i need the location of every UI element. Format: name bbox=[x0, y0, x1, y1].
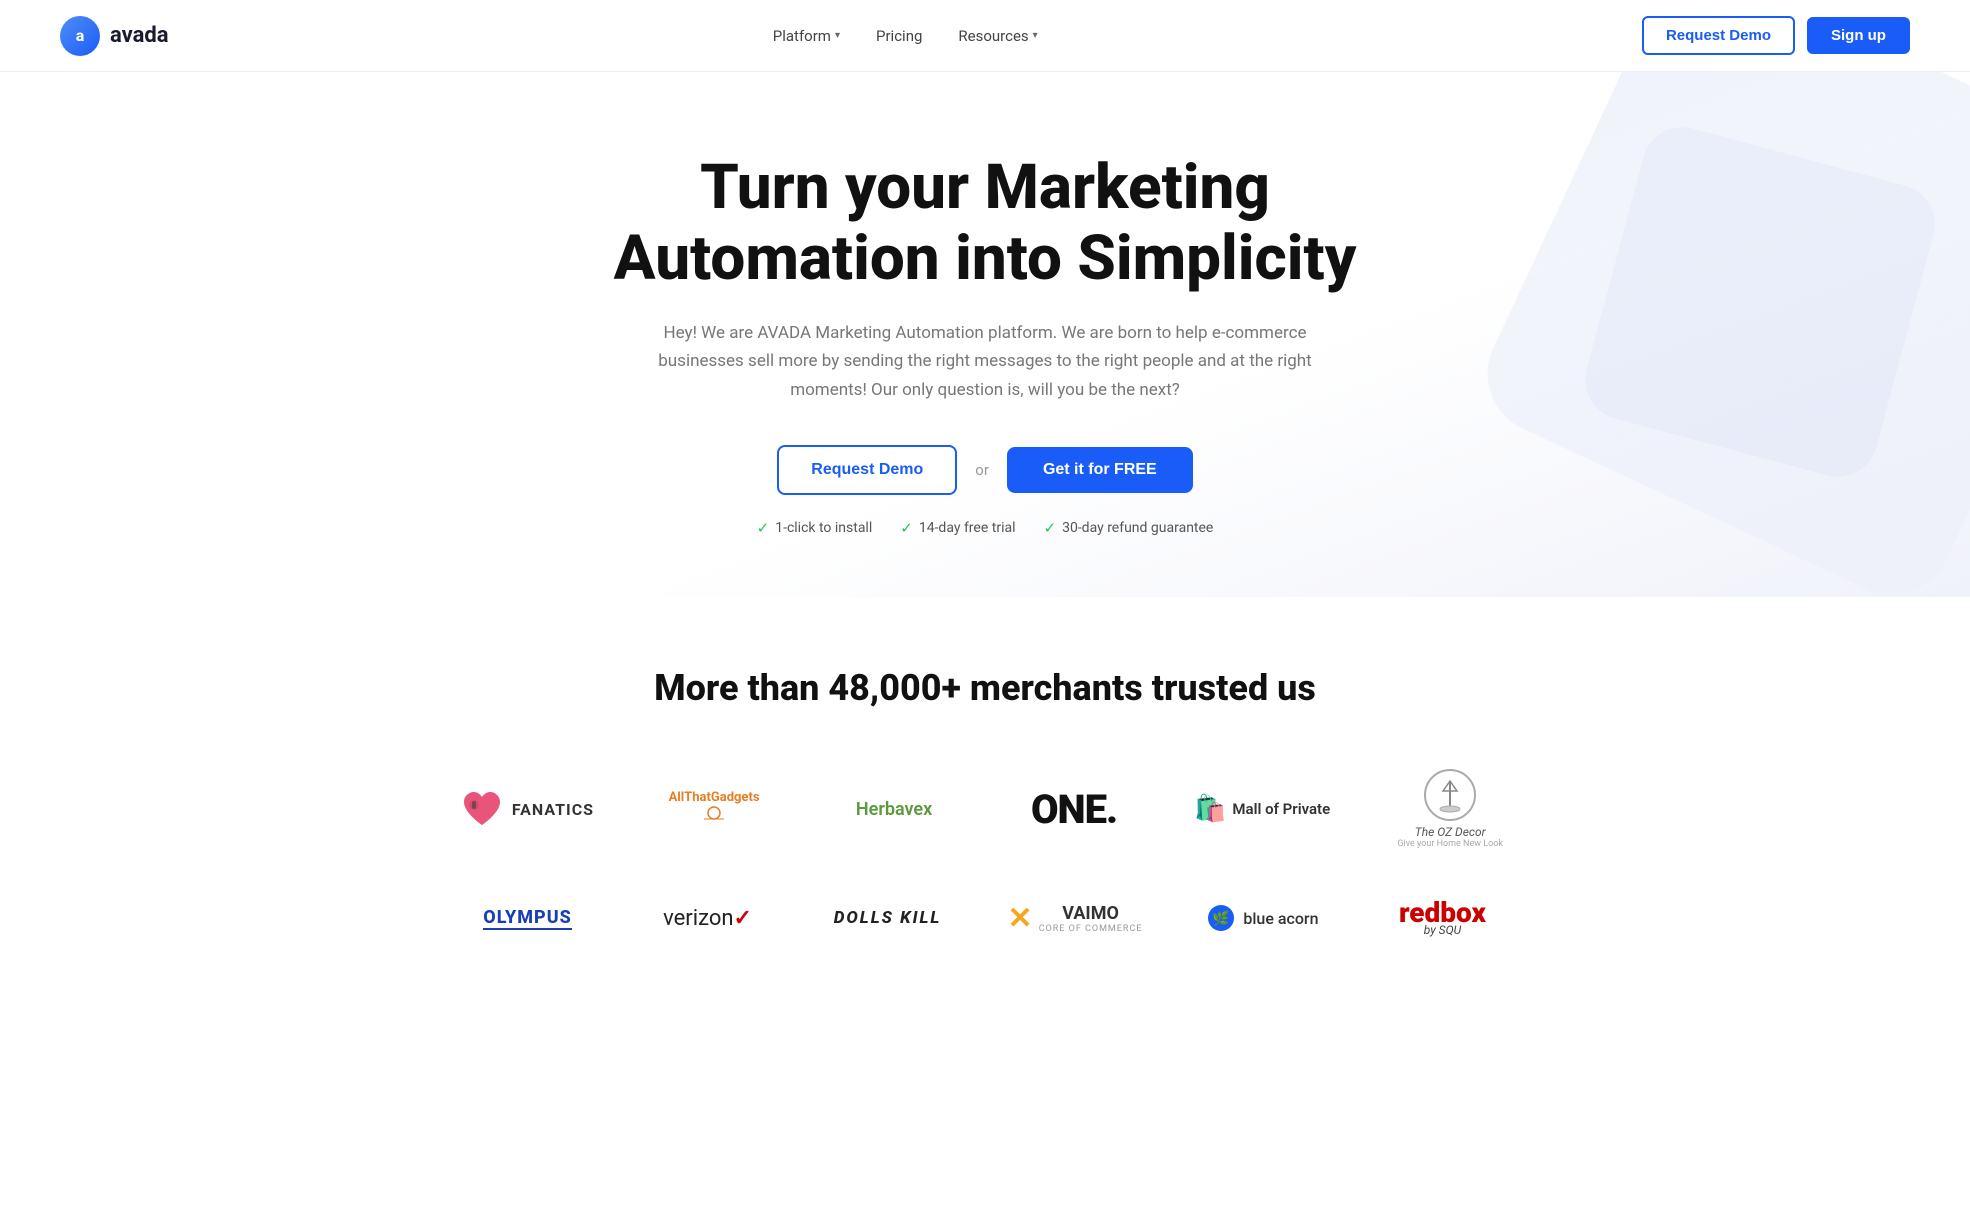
or-text: or bbox=[975, 461, 989, 479]
ozdecor-sub: Give your Home New Look bbox=[1397, 839, 1503, 849]
nav-links: Platform ▾ Pricing Resources ▾ bbox=[773, 27, 1038, 45]
check-icon-1: ✓ bbox=[757, 519, 770, 537]
sign-up-button[interactable]: Sign up bbox=[1807, 17, 1910, 54]
logo-redbox: redbox by SQU bbox=[1382, 899, 1502, 937]
blueacorn-icon: 🌿 bbox=[1206, 903, 1236, 933]
allgadgets-label: AllThatGadgets bbox=[669, 790, 760, 805]
vaimo-x-icon: ✕ bbox=[1008, 901, 1033, 936]
request-demo-button[interactable]: Request Demo bbox=[1642, 16, 1795, 55]
nav-pricing[interactable]: Pricing bbox=[876, 27, 922, 45]
logo-text: avada bbox=[110, 23, 169, 48]
hero-badges: ✓ 1-click to install ✓ 14-day free trial… bbox=[60, 519, 1910, 537]
logo-herbavex: Herbavex bbox=[834, 799, 954, 820]
hero-title: Turn your Marketing Automation into Simp… bbox=[535, 152, 1435, 295]
logo-blue-acorn: 🌿 blue acorn bbox=[1202, 903, 1322, 933]
mall-icon: 🛍️ bbox=[1194, 794, 1226, 824]
nav-actions: Request Demo Sign up bbox=[1642, 16, 1910, 55]
logo-oz-decor: The OZ Decor Give your Home New Look bbox=[1390, 769, 1510, 849]
badge-refund: ✓ 30-day refund guarantee bbox=[1044, 519, 1214, 537]
ozdecor-lamp-icon bbox=[1435, 777, 1465, 813]
nav-resources[interactable]: Resources ▾ bbox=[958, 27, 1037, 45]
chevron-down-icon: ▾ bbox=[1033, 30, 1038, 41]
svg-text:🌿: 🌿 bbox=[1213, 910, 1230, 927]
merchants-section: More than 48,000+ merchants trusted us F… bbox=[0, 597, 1970, 1027]
logo-one: ONE. bbox=[1014, 786, 1134, 833]
logo-allgadgets: AllThatGadgets bbox=[654, 790, 774, 829]
logo-verizon: verizon✓ bbox=[648, 906, 768, 931]
nav-platform[interactable]: Platform ▾ bbox=[773, 27, 840, 45]
logos-row-2: OLYMPUS verizon✓ DOLLS KILL ✕ VAIMO CORE… bbox=[60, 899, 1910, 937]
logos-row-1: FANATICS AllThatGadgets Herbavex ONE. 🛍️… bbox=[60, 769, 1910, 849]
check-icon-3: ✓ bbox=[1044, 519, 1057, 537]
herbavex-label: Herbavex bbox=[856, 799, 932, 820]
hero-cta: Request Demo or Get it for FREE bbox=[60, 445, 1910, 495]
navbar: a avada Platform ▾ Pricing Resources ▾ R… bbox=[0, 0, 1970, 72]
hero-free-button[interactable]: Get it for FREE bbox=[1007, 447, 1193, 493]
merchants-title: More than 48,000+ merchants trusted us bbox=[60, 667, 1910, 709]
logo-vaimo: ✕ VAIMO CORE OF COMMERCE bbox=[1008, 901, 1143, 936]
one-label: ONE. bbox=[1031, 786, 1117, 833]
ozdecor-label: The OZ Decor bbox=[1415, 825, 1486, 839]
logo-dolls-kill: DOLLS KILL bbox=[828, 908, 948, 928]
logo-mall-private: 🛍️ Mall of Private bbox=[1194, 794, 1330, 824]
verizon-label: verizon✓ bbox=[663, 906, 752, 931]
logo-icon: a bbox=[60, 16, 100, 56]
vaimo-sub-label: CORE OF COMMERCE bbox=[1039, 924, 1143, 934]
badge-install: ✓ 1-click to install bbox=[757, 519, 873, 537]
vaimo-label: VAIMO bbox=[1039, 903, 1143, 924]
hero-subtitle: Hey! We are AVADA Marketing Automation p… bbox=[645, 319, 1325, 406]
logo-olympus: OLYMPUS bbox=[468, 907, 588, 930]
allgadgets-decoration-icon bbox=[684, 805, 744, 825]
chevron-down-icon: ▾ bbox=[835, 30, 840, 41]
badge-trial: ✓ 14-day free trial bbox=[900, 519, 1015, 537]
check-icon-2: ✓ bbox=[900, 519, 913, 537]
blueacorn-label: blue acorn bbox=[1243, 909, 1318, 928]
hero-demo-button[interactable]: Request Demo bbox=[777, 445, 957, 495]
dollskill-label: DOLLS KILL bbox=[834, 908, 942, 928]
logo-fanatics: FANATICS bbox=[460, 789, 594, 829]
mall-label: Mall of Private bbox=[1232, 800, 1330, 818]
olympus-label: OLYMPUS bbox=[483, 907, 572, 930]
logo-link[interactable]: a avada bbox=[60, 16, 169, 56]
hero-section: Turn your Marketing Automation into Simp… bbox=[0, 72, 1970, 597]
redbox-sub-label: by SQU bbox=[1424, 923, 1461, 937]
fanatics-label: FANATICS bbox=[512, 800, 594, 819]
fanatics-heart-icon bbox=[460, 789, 504, 829]
bg-shape-2 bbox=[1576, 118, 1943, 485]
